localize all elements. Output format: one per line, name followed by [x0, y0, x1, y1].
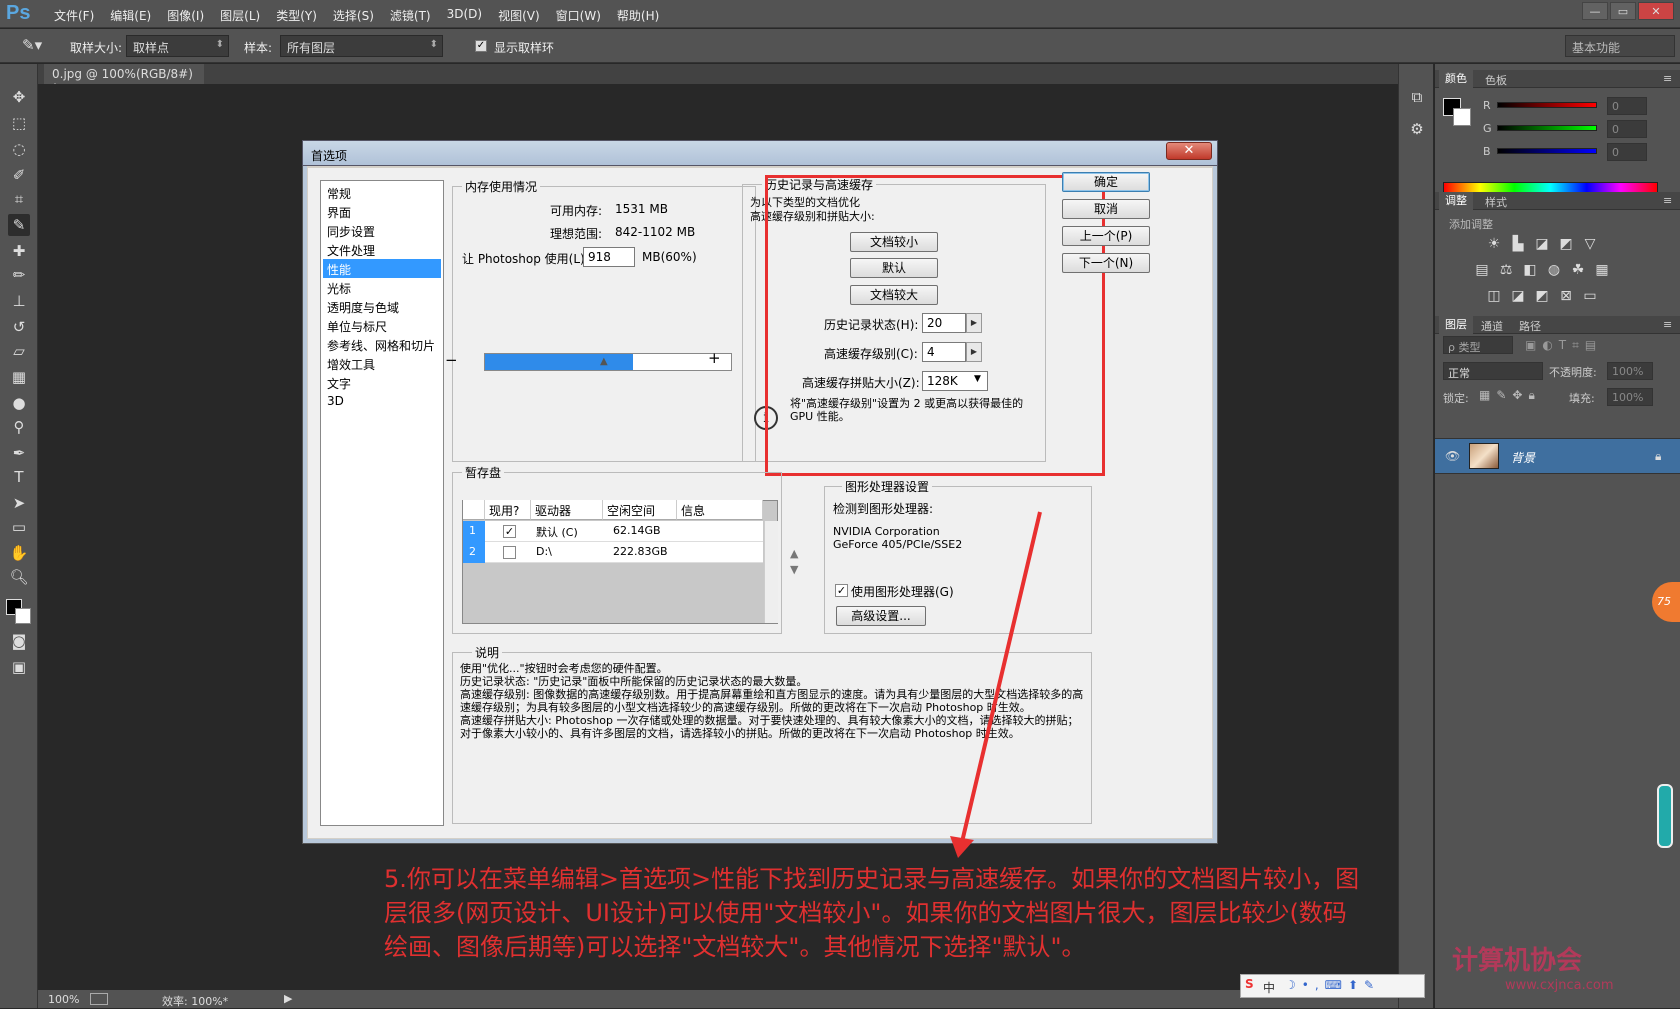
- ime-tool-icons[interactable]: ☽•,⌨⬆✎: [1285, 978, 1380, 992]
- ime-toolbar[interactable]: S 中 ☽•,⌨⬆✎: [1240, 974, 1425, 998]
- watermark-url: www.cxjnca.com: [1505, 978, 1614, 993]
- annotation-arrow: [950, 511, 1042, 858]
- side-widget[interactable]: [1657, 784, 1673, 848]
- ime-logo-icon: S: [1245, 977, 1254, 991]
- watermark-text: 计算机协会: [1452, 946, 1583, 976]
- ime-mode[interactable]: 中: [1263, 979, 1275, 996]
- annotation-text: 5.你可以在菜单编辑>首选项>性能下找到历史记录与高速缓存。如果你的文档图片较小…: [384, 865, 1360, 961]
